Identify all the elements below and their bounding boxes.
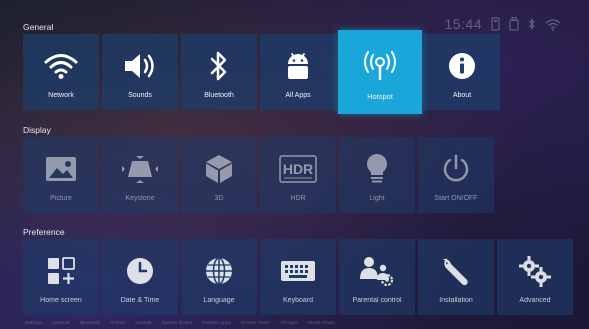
section-title-preference: Preference [23,227,65,237]
display-row: Picture Keystone 3D HDR HDR Light Start … [23,137,494,213]
tile-label: Light [369,195,385,202]
bluetooth-icon [209,50,229,82]
tile-label: Installation [439,297,473,304]
tile-home-screen[interactable]: Home screen [23,239,99,315]
tile-label: Network [48,92,74,99]
hotspot-icon [360,50,400,82]
tile-label: Sounds [128,92,152,99]
clock: 15:44 [444,16,482,32]
tile-3d[interactable]: 3D [181,137,257,213]
tile-hdr[interactable]: HDR HDR [260,137,336,213]
parental-icon [358,255,396,287]
preference-row: Home screen Date & Time Language Keyboar… [23,239,573,315]
dock-item: Screen Setter [240,321,271,326]
tile-label: Home screen [40,297,82,304]
tile-parental-control[interactable]: Parental control [339,239,415,315]
wrench-icon [440,255,472,287]
tile-start-on-off[interactable]: Start ON/OFF [418,137,494,213]
storage-icon [509,17,519,31]
tile-keystone[interactable]: Keystone [102,137,178,213]
tile-sounds[interactable]: Sounds [102,34,178,110]
tile-date-time[interactable]: Date & Time [102,239,178,315]
usb-icon [491,17,500,31]
tile-hotspot[interactable]: Hotspot [338,30,422,114]
tile-label: Keystone [125,195,155,202]
tile-keyboard[interactable]: Keyboard [260,239,336,315]
dock-item: Remote Apps [202,321,231,326]
speaker-icon [122,50,158,82]
image-icon [44,153,78,185]
clock-icon [125,255,155,287]
general-row: Network Sounds Bluetooth All Apps Hotspo… [23,30,500,114]
tile-label: All Apps [285,92,311,99]
bluetooth-status-icon [528,18,535,30]
tile-label: 3D [214,195,224,202]
dock-item: All Apps [280,321,298,326]
lightbulb-icon [365,153,389,185]
hdr-icon: HDR [279,153,317,185]
tile-bluetooth[interactable]: Bluetooth [181,34,257,110]
dock-item: Picture [110,321,126,326]
tile-all-apps[interactable]: All Apps [260,34,336,110]
background-dock: Settings Network Bluetooth Picture Sound… [25,321,334,326]
tile-advanced[interactable]: Advanced [497,239,573,315]
info-icon [447,50,477,82]
tile-label: Parental control [352,297,402,304]
cube-icon [204,153,234,185]
power-icon [441,153,471,185]
tile-label: About [452,92,472,99]
tile-label: Hotspot [367,92,393,101]
wifi-icon [44,50,78,82]
dock-item: World Smart [307,321,335,326]
tile-label: Picture [50,195,72,202]
section-title-display: Display [23,125,51,135]
globe-icon [204,255,234,287]
keyboard-icon [280,255,316,287]
tile-label: Date & Time [120,297,160,304]
dock-item: Network [52,321,70,326]
tile-language[interactable]: Language [181,239,257,315]
tile-label: HDR [290,195,306,202]
dock-item: Bluetooth [79,321,101,326]
dock-item: System Books [161,321,193,326]
wifi-status-icon [545,18,561,31]
tile-label: Keyboard [283,297,313,304]
tile-label: Bluetooth [204,92,234,99]
tile-network[interactable]: Network [23,34,99,110]
dock-item: Sounds [135,321,152,326]
tile-label: Start ON/OFF [434,195,478,202]
home-grid-icon [46,255,76,287]
section-title-general: General [23,22,54,32]
tile-about[interactable]: About [424,34,500,110]
android-icon [284,50,312,82]
tile-picture[interactable]: Picture [23,137,99,213]
tile-label: Language [203,297,235,304]
tile-label: Advanced [519,297,551,304]
tile-light[interactable]: Light [339,137,415,213]
tile-installation[interactable]: Installation [418,239,494,315]
keystone-icon [120,153,160,185]
dock-item: Settings [25,321,43,326]
svg-text:HDR: HDR [283,161,313,177]
gears-icon [518,255,552,287]
status-bar: 15:44 [444,16,561,32]
